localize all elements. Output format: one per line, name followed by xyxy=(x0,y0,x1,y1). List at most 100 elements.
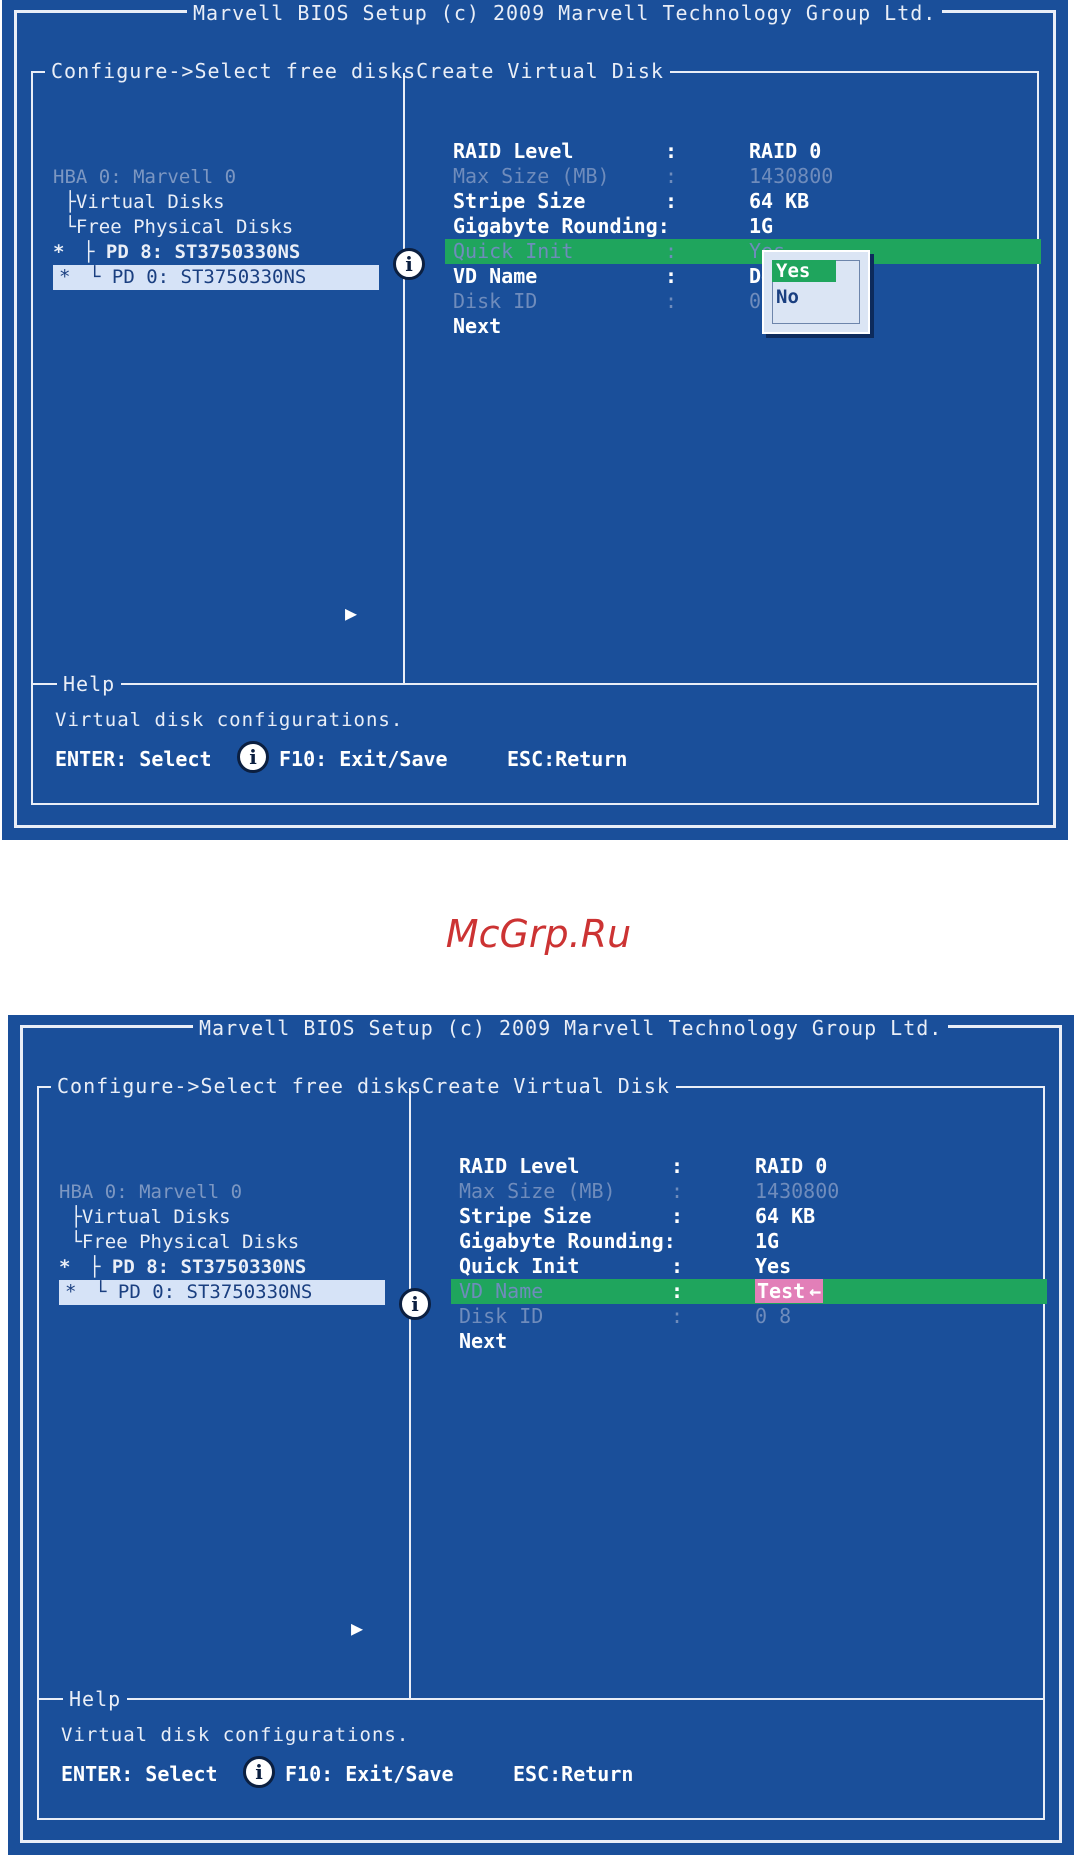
info-icon: i xyxy=(399,1288,431,1320)
arrow-right-icon: ▶ xyxy=(345,601,358,625)
tree-item-pd0[interactable]: * └ PD 0: ST3750330NS xyxy=(59,1280,385,1305)
field-value: 1G xyxy=(755,1229,780,1253)
tree-item-free-disks[interactable]: └Free Physical Disks xyxy=(53,215,379,240)
horizontal-divider xyxy=(39,1698,1043,1700)
tree-label: PD 8: ST3750330NS xyxy=(105,241,301,263)
info-icon: i xyxy=(237,741,269,773)
field-value: RAID 0 xyxy=(755,1154,828,1178)
tree-label: PD 8: ST3750330NS xyxy=(111,1256,307,1278)
help-label: Help xyxy=(57,672,122,696)
tree-item-hba[interactable]: HBA 0: Marvell 0 xyxy=(53,165,379,190)
info-icon: i xyxy=(393,248,425,280)
tree-item-virtual-disks[interactable]: ├Virtual Disks xyxy=(53,190,379,215)
star-marker: * xyxy=(53,241,65,263)
device-tree: HBA 0: Marvell 0 ├Virtual Disks └Free Ph… xyxy=(53,165,379,290)
vertical-divider xyxy=(403,73,405,683)
field-vd-name[interactable]: VD Name:Def xyxy=(453,264,1049,289)
field-max-size: Max Size (MB): 1430800 xyxy=(459,1179,1055,1204)
info-icon: i xyxy=(243,1756,275,1788)
inner-frame: Configure->Select free disksCreate Virtu… xyxy=(31,59,1041,805)
colon: : xyxy=(671,1179,684,1203)
field-label: Stripe Size xyxy=(459,1204,592,1228)
colon: : xyxy=(671,1254,684,1278)
field-quick-init[interactable]: Quick Init:Yes xyxy=(445,239,1041,264)
field-raid-level[interactable]: RAID Level: RAID 0 xyxy=(453,139,1049,164)
field-value: 1G xyxy=(749,214,774,238)
colon: : xyxy=(665,164,678,188)
next-button[interactable]: Next xyxy=(459,1329,1055,1354)
outer-frame: Marvell BIOS Setup (c) 2009 Marvell Tech… xyxy=(20,1016,1062,1843)
next-button[interactable]: Next xyxy=(453,314,1049,339)
field-label: Quick Init xyxy=(453,239,574,263)
bios-screen-1: Marvell BIOS Setup (c) 2009 Marvell Tech… xyxy=(2,0,1068,840)
colon: : xyxy=(665,289,678,313)
field-disk-id: Disk ID:0 8 xyxy=(453,289,1049,314)
field-value: RAID 0 xyxy=(749,139,822,163)
enter-icon: ← xyxy=(807,1279,824,1303)
field-value: 0 8 xyxy=(755,1304,792,1328)
field-disk-id: Disk ID: 0 8 xyxy=(459,1304,1055,1329)
field-label: RAID Level xyxy=(453,139,574,163)
tree-item-pd8[interactable]: * ├ PD 8: ST3750330NS xyxy=(53,240,379,265)
star-marker: * xyxy=(65,1281,77,1303)
colon: : xyxy=(665,189,678,213)
star-marker: * xyxy=(59,266,71,288)
field-raid-level[interactable]: RAID Level: RAID 0 xyxy=(459,1154,1055,1179)
watermark: McGrp.Ru xyxy=(445,912,632,956)
colon: : xyxy=(671,1279,684,1303)
breadcrumb: Configure->Select free disksCreate Virtu… xyxy=(51,1074,676,1098)
field-value: 1430800 xyxy=(755,1179,840,1203)
breadcrumb: Configure->Select free disksCreate Virtu… xyxy=(45,59,670,83)
tree-item-pd8[interactable]: * ├ PD 8: ST3750330NS xyxy=(59,1255,385,1280)
tree-item-virtual-disks[interactable]: ├Virtual Disks xyxy=(59,1205,385,1230)
arrow-right-icon: ▶ xyxy=(351,1616,364,1640)
field-label: Disk ID xyxy=(459,1304,544,1328)
enter-key-hint: ENTER: Select xyxy=(61,1762,218,1786)
vd-settings: RAID Level: RAID 0 Max Size (MB):1430800 … xyxy=(451,1154,1055,1354)
tree-item-hba[interactable]: HBA 0: Marvell 0 xyxy=(59,1180,385,1205)
field-label: VD Name xyxy=(459,1279,544,1303)
quick-init-dropdown[interactable]: Yes No xyxy=(762,250,870,334)
tree-label: Free Physical Disks xyxy=(81,1231,300,1253)
esc-key-hint: ESC:Return xyxy=(507,747,628,771)
star-marker: * xyxy=(59,1256,71,1278)
field-label: Quick Init xyxy=(459,1254,580,1278)
field-label: Gigabyte Rounding: xyxy=(459,1229,676,1253)
option-no[interactable]: No xyxy=(772,286,803,308)
help-label: Help xyxy=(63,1687,128,1711)
help-text: Virtual disk configurations. xyxy=(55,709,404,731)
field-stripe-size[interactable]: Stripe Size: 64 KB xyxy=(459,1204,1055,1229)
bios-screen-2: Marvell BIOS Setup (c) 2009 Marvell Tech… xyxy=(8,1015,1074,1855)
field-label: VD Name xyxy=(453,264,538,288)
horizontal-divider xyxy=(33,683,1037,685)
field-value: Yes xyxy=(755,1254,792,1278)
esc-key-hint: ESC:Return xyxy=(513,1762,634,1786)
next-label: Next xyxy=(459,1329,508,1353)
vd-name-input[interactable]: Test xyxy=(755,1279,808,1303)
field-gigabyte-rounding[interactable]: Gigabyte Rounding: 1G xyxy=(459,1229,1055,1254)
tree-label: PD 0: ST3750330NS xyxy=(111,266,307,288)
next-label: Next xyxy=(453,314,502,338)
field-stripe-size[interactable]: Stripe Size: 64 KB xyxy=(453,189,1049,214)
field-value: 1430800 xyxy=(749,164,834,188)
device-tree: HBA 0: Marvell 0 ├Virtual Disks └Free Ph… xyxy=(59,1180,385,1305)
vd-settings: RAID Level: RAID 0 Max Size (MB):1430800 … xyxy=(445,139,1049,339)
tree-label: Virtual Disks xyxy=(81,1206,231,1228)
colon: : xyxy=(665,139,678,163)
tree-item-pd0[interactable]: * └ PD 0: ST3750330NS xyxy=(53,265,379,290)
colon: : xyxy=(665,264,678,288)
field-label: Gigabyte Rounding: xyxy=(453,214,670,238)
field-vd-name[interactable]: VD Name: Test ← xyxy=(451,1279,1047,1304)
field-quick-init[interactable]: Quick Init: Yes xyxy=(459,1254,1055,1279)
option-yes[interactable]: Yes xyxy=(772,260,836,282)
colon: : xyxy=(671,1304,684,1328)
outer-frame: Marvell BIOS Setup (c) 2009 Marvell Tech… xyxy=(14,1,1056,828)
bios-title: Marvell BIOS Setup (c) 2009 Marvell Tech… xyxy=(187,1,943,25)
f10-key-hint: F10: Exit/Save xyxy=(285,1762,454,1786)
tree-label: Free Physical Disks xyxy=(75,216,294,238)
field-gigabyte-rounding[interactable]: Gigabyte Rounding: 1G xyxy=(453,214,1049,239)
tree-item-free-disks[interactable]: └Free Physical Disks xyxy=(59,1230,385,1255)
enter-key-hint: ENTER: Select xyxy=(55,747,212,771)
field-label: Stripe Size xyxy=(453,189,586,213)
colon: : xyxy=(671,1204,684,1228)
